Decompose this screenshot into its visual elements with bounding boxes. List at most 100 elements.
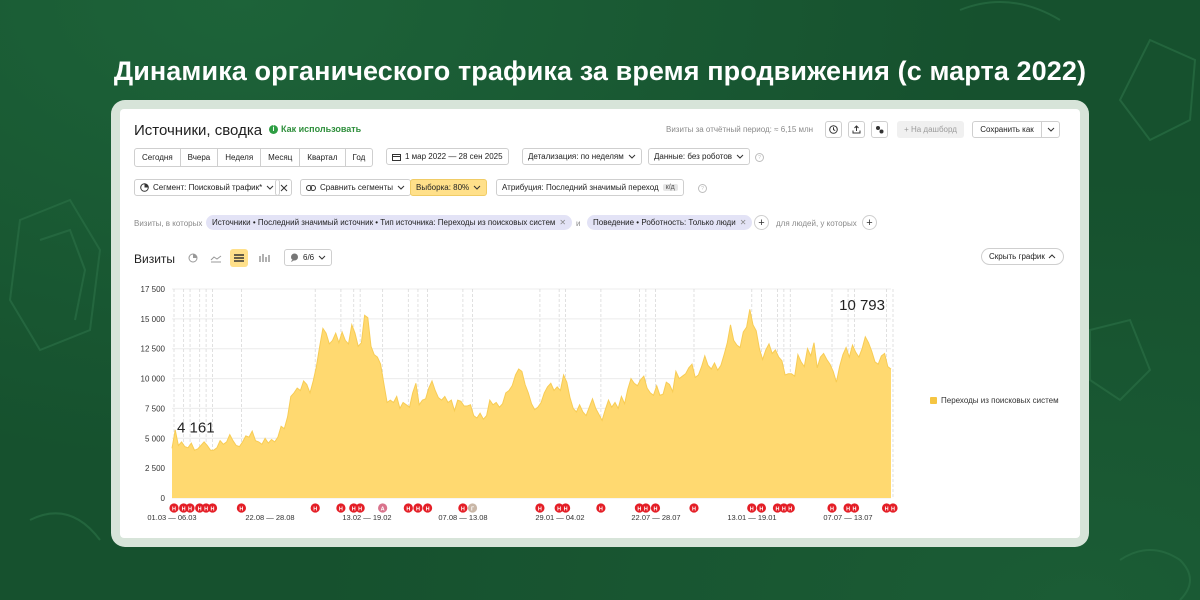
chart-type-bar[interactable] [255,249,273,267]
data-label: Данные: без роботов [654,152,733,161]
period-today[interactable]: Сегодня [135,149,181,166]
chevron-down-icon[interactable] [1042,122,1059,137]
segment-select[interactable]: Сегмент: Поисковый трафик* [134,179,281,196]
add-to-dashboard-button[interactable]: + На дашборд [897,121,964,138]
bar-chart-icon [259,254,270,262]
event-marker-letter: Н [885,506,889,512]
event-marker: Н [336,503,346,513]
period-month[interactable]: Месяц [261,149,301,166]
compare-segments-button[interactable]: Сравнить сегменты [300,179,412,196]
howto-link[interactable]: i Как использовать [269,124,361,134]
sample-select[interactable]: Выборка: 80% [410,179,488,196]
event-marker: Н [747,503,757,513]
metrics-select[interactable]: 6/6 [284,249,333,266]
period-year[interactable]: Год [346,149,373,166]
report-title: Источники, сводка [134,122,263,139]
chart-type-pie[interactable] [184,249,202,267]
save-as-button[interactable]: Сохранить как [972,121,1060,138]
export-button[interactable] [848,121,865,138]
event-marker-letter: Н [538,506,542,512]
event-marker-letter: Н [653,506,657,512]
y-tick-label: 7 500 [145,404,166,413]
event-marker-letter: Н [416,506,420,512]
legend-swatch [930,397,937,404]
period-week[interactable]: Неделя [218,149,262,166]
y-tick-label: 10 000 [141,375,166,384]
event-marker-letter: Н [172,506,176,512]
filter-suffix: для людей, у которых [776,219,857,228]
date-range-picker[interactable]: 1 мар 2022 — 28 сен 2025 [386,148,509,165]
event-marker-letter: Н [564,506,568,512]
attribution-select[interactable]: Атрибуция: Последний значимый переход к/… [496,179,684,196]
data-select[interactable]: Данные: без роботов [648,148,751,165]
chevron-up-icon [1048,254,1056,259]
chart-legend[interactable]: Переходы из поисковых систем [930,396,1059,405]
settings-icon [876,126,884,134]
filter-chip-robots[interactable]: Поведение • Роботность: Только люди ✕ [587,215,753,230]
event-marker-letter: Н [846,506,850,512]
chart-type-line[interactable] [207,249,225,267]
event-marker-letter: Н [204,506,208,512]
add-people-filter-button[interactable]: + [862,215,877,230]
settings-button[interactable] [871,121,888,138]
event-marker-letter: Н [599,506,603,512]
x-tick-label: 22.08 — 28.08 [245,513,294,522]
event-marker-letter: Н [461,506,465,512]
page-headline: Динамика органического трафика за время … [113,56,1087,86]
chart-type-area[interactable] [230,249,248,267]
calendar-icon [392,153,401,161]
event-marker: Н [355,503,365,513]
close-icon [280,184,287,191]
x-tick-label: 07.08 — 13.08 [438,513,487,522]
event-marker-letter: Н [644,506,648,512]
y-tick-label: 15 000 [141,315,166,324]
visits-report-info: Визиты за отчётный период: ≈ 6,15 млн [666,125,814,134]
date-range-label: 1 мар 2022 — 28 сен 2025 [405,152,503,161]
event-marker-letter: Н [182,506,186,512]
visits-area-chart: 17 500 15 000 12 500 10 000 7 500 5 000 2 500 0… [141,285,898,522]
history-button[interactable] [825,121,842,138]
event-marker: Н [888,503,898,513]
help-icon[interactable]: ? [755,153,764,162]
period-quarter[interactable]: Квартал [300,149,346,166]
hide-chart-button[interactable]: Скрыть график [981,248,1064,265]
x-tick-label: 01.03 — 06.03 [147,513,196,522]
event-marker-letter: Н [358,506,362,512]
metrics-count: 6/6 [303,253,315,262]
event-marker-letter: Н [426,506,430,512]
event-marker-letter: Н [852,506,856,512]
y-tick-label: 17 500 [141,285,166,294]
event-marker-letter: Н [352,506,356,512]
event-marker: Н [310,503,320,513]
close-icon[interactable]: ✕ [559,218,566,227]
filter-chip-source[interactable]: Источники • Последний значимый источник … [206,215,573,230]
sample-label: Выборка: 80% [416,183,470,192]
event-marker: Н [756,503,766,513]
line-chart-icon [210,255,222,263]
clear-segment-button[interactable] [275,179,292,196]
info-icon: i [269,124,278,134]
attribution-label: Атрибуция: Последний значимый переход [502,183,659,192]
chevron-down-icon [318,255,326,260]
help-icon[interactable]: ? [698,184,707,193]
detail-select[interactable]: Детализация: по неделям [522,148,642,165]
event-marker-letter: Н [313,506,317,512]
filter-chip-robots-label: Поведение • Роботность: Только люди [593,218,736,227]
event-marker: Н [403,503,413,513]
add-filter-button[interactable]: + [754,215,769,230]
compare-label: Сравнить сегменты [320,183,394,192]
chevron-down-icon [473,185,481,190]
event-marker: Н [849,503,860,513]
x-tick-label: 29.01 — 04.02 [535,513,584,522]
event-marker: Н [236,503,247,513]
period-yesterday[interactable]: Вчера [181,149,219,166]
event-marker: Н [422,503,433,513]
x-tick-label: 13.01 — 19.01 [727,513,776,522]
first-value-label: 4 161 [177,419,215,436]
x-tick-label: 13.02 — 19.02 [342,513,391,522]
hide-chart-label: Скрыть график [989,252,1045,261]
event-marker: Н [560,503,571,513]
event-marker-letter: Н [775,506,779,512]
event-marker: Н [641,503,651,513]
close-icon[interactable]: ✕ [740,218,747,227]
